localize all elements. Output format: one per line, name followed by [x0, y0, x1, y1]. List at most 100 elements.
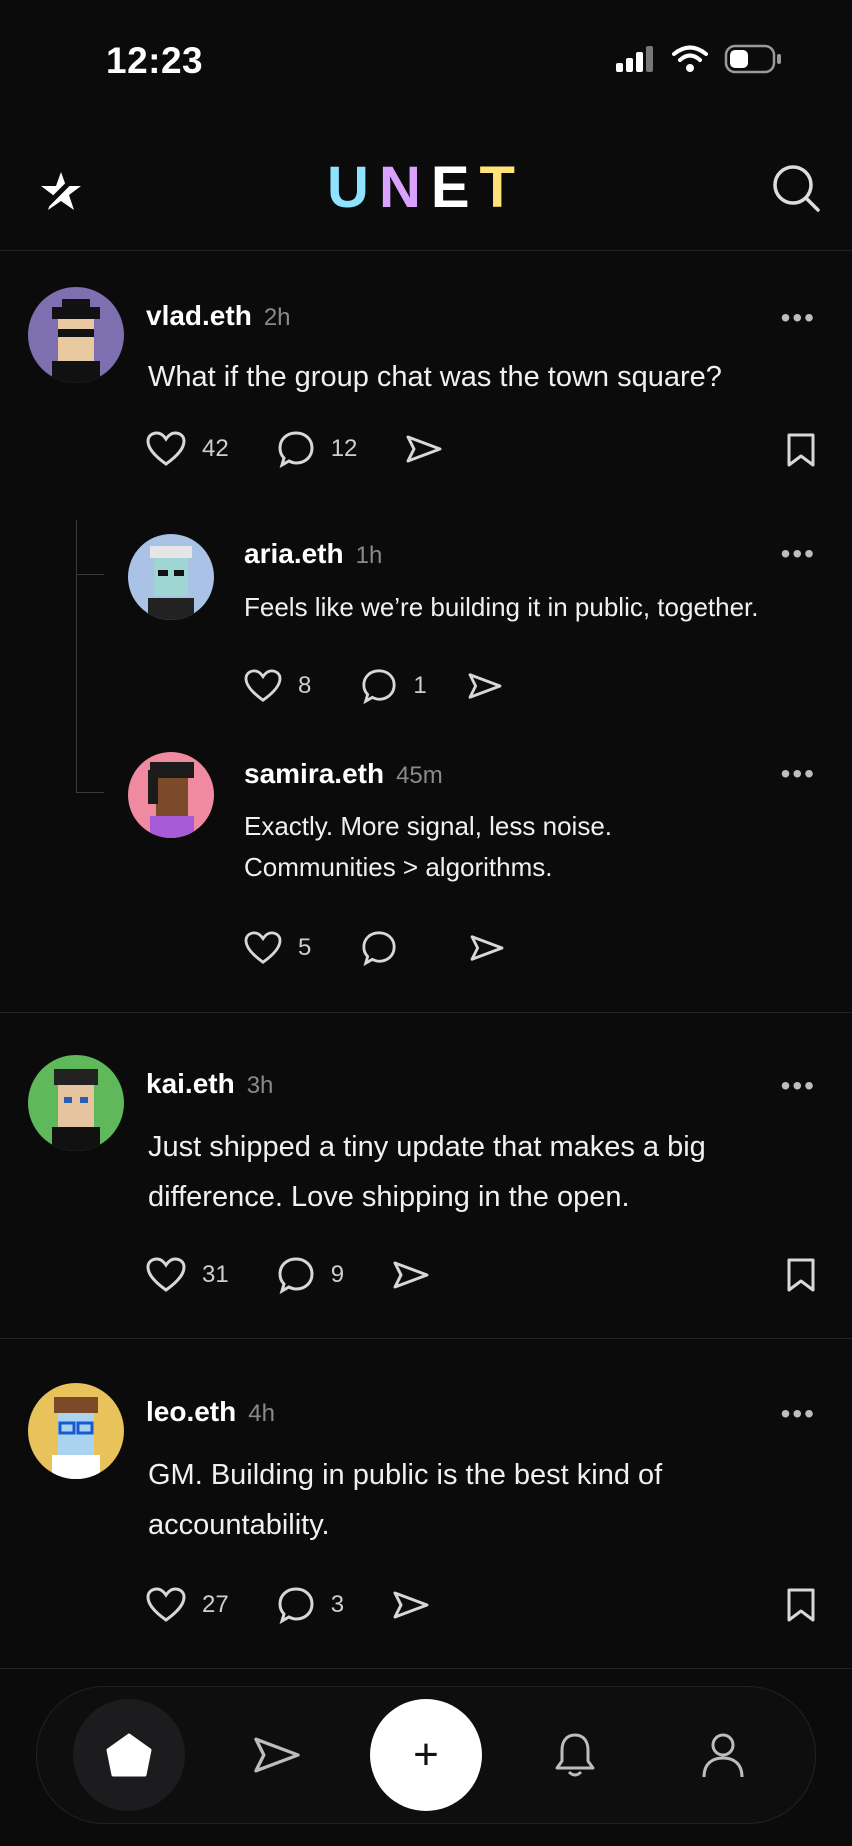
- share-button[interactable]: [392, 1259, 446, 1291]
- status-time: 12:23: [106, 40, 204, 81]
- bookmark-icon[interactable]: [786, 1257, 816, 1298]
- more-options-icon[interactable]: •••: [781, 1070, 816, 1102]
- tab-notifications[interactable]: [519, 1699, 631, 1811]
- like-button[interactable]: 5: [244, 931, 311, 965]
- username[interactable]: kai.eth: [146, 1068, 235, 1099]
- username[interactable]: aria.eth: [244, 538, 344, 569]
- bell-icon: [555, 1733, 595, 1777]
- post-divider: [0, 1338, 852, 1339]
- reply-author[interactable]: aria.eth 1h: [244, 538, 382, 570]
- send-icon: [470, 935, 504, 961]
- brand-letter: U: [327, 155, 379, 220]
- more-options-icon[interactable]: •••: [781, 758, 816, 790]
- like-button[interactable]: 31: [146, 1257, 229, 1293]
- post-author[interactable]: kai.eth 3h: [146, 1068, 273, 1100]
- more-options-icon[interactable]: •••: [781, 538, 816, 570]
- bookmark-icon[interactable]: [786, 1587, 816, 1628]
- like-button[interactable]: 27: [146, 1587, 229, 1623]
- brand-letter: N: [378, 155, 431, 220]
- reply-author[interactable]: samira.eth 45m: [244, 758, 443, 790]
- text-line: Just shipped a tiny update that makes a …: [148, 1131, 706, 1163]
- comment-count: 1: [413, 672, 427, 699]
- bookmark-icon[interactable]: [786, 432, 816, 473]
- reply-text: Feels like we’re building it in public, …: [244, 592, 759, 622]
- comment-icon: [278, 1587, 314, 1624]
- comment-button[interactable]: 9: [277, 1256, 344, 1294]
- post-divider: [0, 1668, 852, 1669]
- like-button[interactable]: 8: [244, 669, 311, 703]
- post-author[interactable]: vlad.eth 2h: [146, 300, 291, 332]
- tab-home[interactable]: [73, 1699, 185, 1811]
- brand-letter: T: [479, 155, 525, 220]
- post-time: 1h: [355, 542, 383, 569]
- post-time: 2h: [263, 304, 291, 331]
- comment-count: 12: [330, 435, 358, 462]
- avatar[interactable]: [128, 752, 214, 838]
- like-button[interactable]: 42: [146, 431, 229, 467]
- text-line: Exactly. More signal, less noise.: [244, 811, 612, 841]
- avatar[interactable]: [28, 1383, 124, 1479]
- share-button[interactable]: [405, 433, 459, 465]
- brand-letter: E: [430, 155, 480, 220]
- bottom-tab-bar: +: [36, 1686, 816, 1824]
- more-options-icon[interactable]: •••: [781, 302, 816, 334]
- post-time: 4h: [248, 1400, 275, 1427]
- comment-button[interactable]: [361, 930, 413, 966]
- app-header: UNET: [0, 140, 852, 251]
- comment-button[interactable]: 12: [277, 430, 358, 468]
- heart-icon: [146, 1587, 186, 1622]
- like-count: 8: [298, 672, 312, 699]
- comment-count: 9: [330, 1261, 345, 1288]
- avatar[interactable]: [28, 287, 124, 383]
- username[interactable]: samira.eth: [244, 758, 384, 789]
- text-line: accountability.: [148, 1509, 330, 1541]
- comment-count: 3: [330, 1591, 345, 1618]
- brand-wordmark: UNET: [0, 154, 852, 221]
- post-text: What if the group chat was the town squa…: [148, 361, 722, 393]
- reply-text: Exactly. More signal, less noise. Commun…: [244, 806, 612, 888]
- heart-icon: [244, 931, 282, 964]
- avatar[interactable]: [128, 534, 214, 620]
- text-line: difference. Love shipping in the open.: [148, 1181, 630, 1213]
- share-button[interactable]: [469, 933, 521, 963]
- like-count: 31: [202, 1261, 229, 1288]
- post-text: Just shipped a tiny update that makes a …: [148, 1122, 706, 1222]
- send-icon: [393, 1261, 429, 1289]
- comment-icon: [278, 1257, 314, 1294]
- cellular-signal-icon: [616, 46, 656, 77]
- text-line: GM. Building in public is the best kind …: [148, 1459, 663, 1491]
- profile-icon: [702, 1733, 744, 1778]
- battery-icon: [724, 44, 782, 79]
- thread-connector: [76, 520, 77, 792]
- comment-icon: [278, 431, 314, 468]
- more-options-icon[interactable]: •••: [781, 1398, 816, 1430]
- tab-profile[interactable]: [667, 1699, 779, 1811]
- post-text: GM. Building in public is the best kind …: [148, 1450, 662, 1550]
- text-line: Communities > algorithms.: [244, 852, 553, 882]
- send-icon: [406, 435, 442, 463]
- avatar[interactable]: [28, 1055, 124, 1151]
- status-bar: 12:23: [0, 0, 852, 120]
- comment-button[interactable]: 1: [361, 668, 427, 704]
- post-author[interactable]: leo.eth 4h: [146, 1396, 275, 1428]
- heart-icon: [146, 431, 186, 466]
- like-count: 5: [298, 934, 312, 961]
- username[interactable]: vlad.eth: [146, 300, 252, 331]
- post-divider: [0, 1012, 852, 1013]
- comment-icon: [362, 669, 396, 704]
- like-count: 27: [202, 1591, 229, 1618]
- share-button[interactable]: [467, 671, 519, 701]
- wifi-icon: [672, 45, 708, 78]
- plus-icon: +: [413, 1730, 439, 1779]
- tab-send[interactable]: [221, 1699, 333, 1811]
- comment-button[interactable]: 3: [277, 1586, 344, 1624]
- compose-button[interactable]: +: [370, 1699, 482, 1811]
- username[interactable]: leo.eth: [146, 1396, 236, 1427]
- like-count: 42: [202, 435, 229, 462]
- home-icon: [106, 1733, 152, 1777]
- send-icon: [254, 1737, 300, 1773]
- post-time: 3h: [246, 1072, 274, 1099]
- share-button[interactable]: [392, 1589, 446, 1621]
- thread-connector: [76, 792, 104, 793]
- search-icon[interactable]: [770, 162, 822, 219]
